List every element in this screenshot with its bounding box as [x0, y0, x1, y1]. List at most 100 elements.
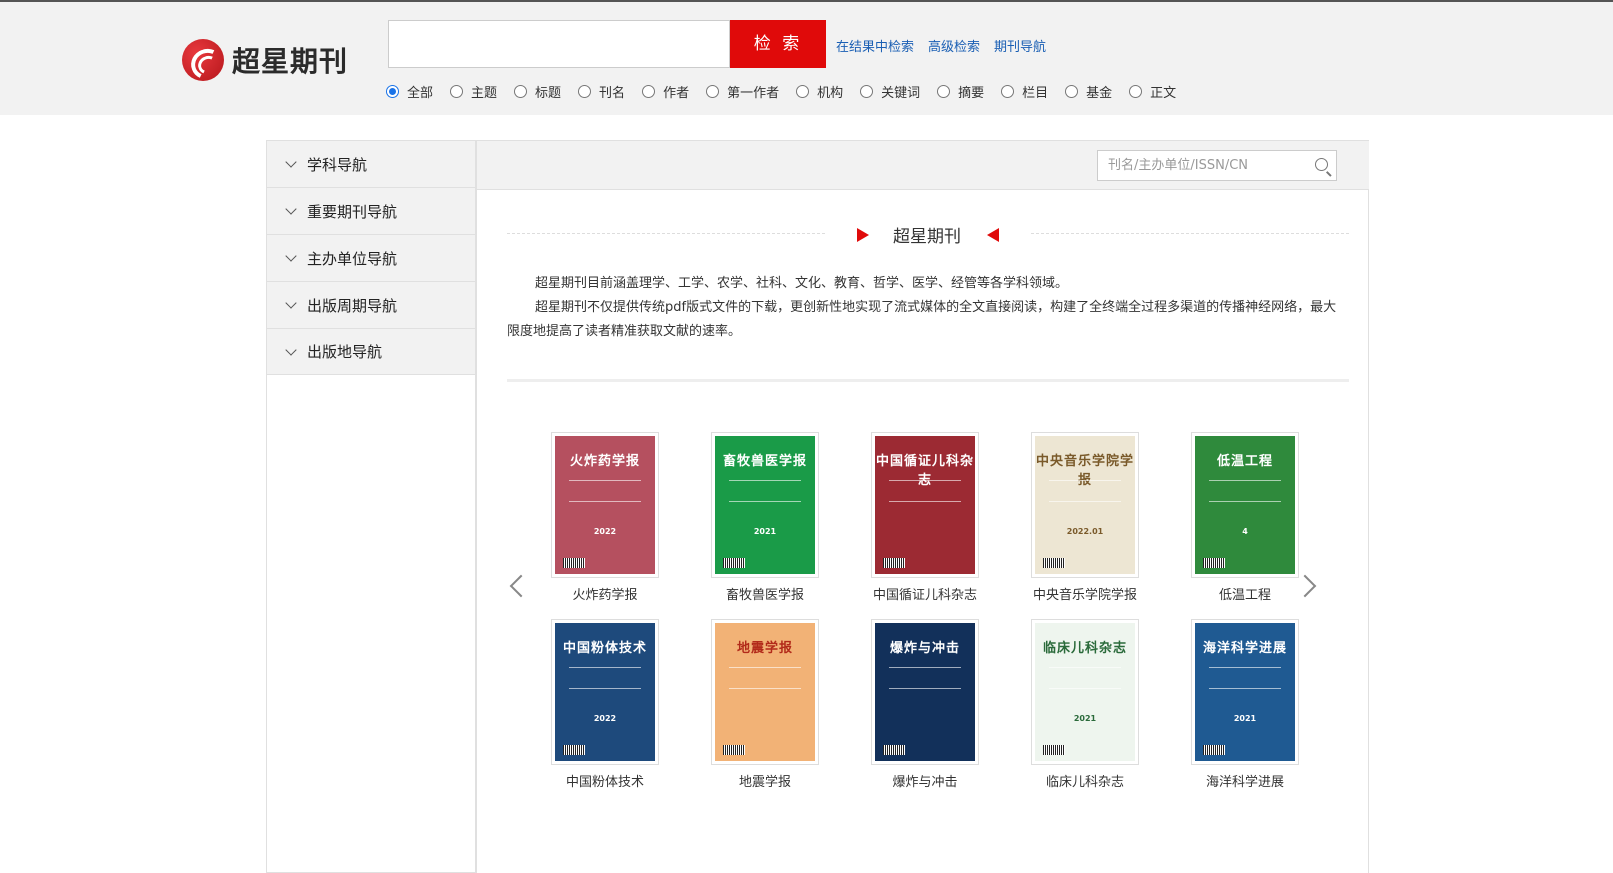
sidebar-item-sponsor[interactable]: 主办单位导航 [267, 234, 475, 281]
journal-cover-title: 火炸药学报 [569, 454, 640, 469]
advanced-search-link[interactable]: 高级检索 [928, 36, 980, 55]
radio-icon[interactable] [860, 85, 874, 98]
sidebar-item-important-journals[interactable]: 重要期刊导航 [267, 187, 475, 234]
filter-radio-4[interactable]: 作者 [642, 82, 689, 101]
journal-cover[interactable]: 临床儿科杂志 2021 [1031, 619, 1139, 765]
radio-icon[interactable] [937, 85, 951, 98]
filter-radio-7[interactable]: 关键词 [860, 82, 920, 101]
sidebar: 学科导航 重要期刊导航 主办单位导航 出版周期导航 出版地导航 [266, 140, 476, 873]
radio-icon[interactable] [450, 85, 464, 98]
radio-icon[interactable] [1129, 85, 1143, 98]
journal-card[interactable]: 中国循证儿科杂志 中国循证儿科杂志 [871, 432, 979, 603]
logo-icon [182, 39, 224, 81]
filter-radio-3[interactable]: 刊名 [578, 82, 625, 101]
journal-card[interactable]: 畜牧兽医学报 2021 畜牧兽医学报 [711, 432, 819, 603]
journal-cover-issue: 2022 [593, 527, 617, 536]
journal-cover-title: 海洋科学进展 [1202, 641, 1287, 656]
barcode-icon [1043, 558, 1065, 568]
chevron-down-icon [285, 250, 297, 262]
journal-name[interactable]: 爆炸与冲击 [892, 771, 957, 790]
search-within-results-link[interactable]: 在结果中检索 [836, 36, 914, 55]
filter-radio-label: 正文 [1150, 86, 1177, 101]
radio-icon[interactable] [1065, 85, 1079, 98]
search-icon[interactable] [1315, 158, 1328, 171]
journal-filter-placeholder: 刊名/主办单位/ISSN/CN [1108, 158, 1249, 173]
radio-icon[interactable] [642, 85, 656, 98]
filter-radio-8[interactable]: 摘要 [937, 82, 984, 101]
radio-icon[interactable] [796, 85, 810, 98]
journal-filter-input[interactable]: 刊名/主办单位/ISSN/CN [1097, 150, 1337, 181]
journal-card[interactable]: 中央音乐学院学报 2022.01 中央音乐学院学报 [1031, 432, 1139, 603]
journal-cover[interactable]: 中国循证儿科杂志 [871, 432, 979, 578]
radio-icon[interactable] [514, 85, 528, 98]
sidebar-item-publication-place[interactable]: 出版地导航 [267, 328, 475, 375]
filter-radio-2[interactable]: 标题 [514, 82, 561, 101]
cover-decoration [889, 480, 961, 502]
cover-decoration [1209, 667, 1281, 689]
filter-radio-1[interactable]: 主题 [450, 82, 497, 101]
filter-radio-label: 作者 [663, 86, 690, 101]
sidebar-item-publication-cycle[interactable]: 出版周期导航 [267, 281, 475, 328]
search-input[interactable] [388, 20, 730, 68]
filter-radio-label: 标题 [535, 86, 562, 101]
sidebar-item-subject[interactable]: 学科导航 [267, 140, 475, 187]
journal-cover-image: 低温工程 4 [1195, 436, 1295, 574]
journal-cover[interactable]: 火炸药学报 2022 [551, 432, 659, 578]
filter-radio-11[interactable]: 正文 [1129, 82, 1176, 101]
filter-radio-10[interactable]: 基金 [1065, 82, 1112, 101]
journal-cover-title: 畜牧兽医学报 [722, 454, 807, 469]
journal-cover[interactable]: 畜牧兽医学报 2021 [711, 432, 819, 578]
journal-cover-issue: 4 [1242, 527, 1248, 536]
journal-name[interactable]: 临床儿科杂志 [1046, 771, 1124, 790]
cover-decoration [729, 667, 801, 689]
journal-name[interactable]: 地震学报 [739, 771, 791, 790]
journal-cover-issue: 2021 [753, 527, 777, 536]
carousel-prev-icon[interactable] [509, 574, 533, 598]
barcode-icon [723, 745, 745, 755]
journal-card[interactable]: 地震学报 地震学报 [711, 619, 819, 790]
journal-name[interactable]: 中央音乐学院学报 [1033, 584, 1137, 603]
journal-card[interactable]: 火炸药学报 2022 火炸药学报 [551, 432, 659, 603]
triangle-right-icon [857, 228, 869, 242]
journal-cover[interactable]: 低温工程 4 [1191, 432, 1299, 578]
journal-name[interactable]: 中国循证儿科杂志 [873, 584, 977, 603]
search-button[interactable]: 检 索 [730, 20, 826, 68]
journal-name[interactable]: 火炸药学报 [572, 584, 637, 603]
journal-navigation-link[interactable]: 期刊导航 [994, 36, 1046, 55]
barcode-icon [1203, 745, 1225, 755]
barcode-icon [883, 745, 905, 755]
journal-cover[interactable]: 海洋科学进展 2021 [1191, 619, 1299, 765]
chevron-down-icon [285, 203, 297, 215]
barcode-icon [1203, 558, 1225, 568]
journal-cover-image: 中央音乐学院学报 2022.01 [1035, 436, 1135, 574]
journal-name[interactable]: 低温工程 [1219, 584, 1271, 603]
journal-name[interactable]: 畜牧兽医学报 [726, 584, 804, 603]
journal-card[interactable]: 临床儿科杂志 2021 临床儿科杂志 [1031, 619, 1139, 790]
radio-icon[interactable] [1001, 85, 1015, 98]
journal-cover[interactable]: 地震学报 [711, 619, 819, 765]
journal-name[interactable]: 中国粉体技术 [566, 771, 644, 790]
radio-icon[interactable] [386, 85, 399, 98]
journal-cover[interactable]: 爆炸与冲击 [871, 619, 979, 765]
filter-radio-6[interactable]: 机构 [796, 82, 843, 101]
cover-decoration [1049, 667, 1121, 689]
logo[interactable]: 超星期刊 [182, 38, 348, 82]
filter-radio-label: 刊名 [599, 86, 626, 101]
journal-card[interactable]: 海洋科学进展 2021 海洋科学进展 [1191, 619, 1299, 790]
journal-cover-image: 中国循证儿科杂志 [875, 436, 975, 574]
journal-cover[interactable]: 中国粉体技术 2022 [551, 619, 659, 765]
journal-card[interactable]: 中国粉体技术 2022 中国粉体技术 [551, 619, 659, 790]
journal-cover[interactable]: 中央音乐学院学报 2022.01 [1031, 432, 1139, 578]
main-content: 刊名/主办单位/ISSN/CN 超星期刊 超星期刊目前涵盖理学、工学、农学、社科… [476, 140, 1369, 873]
filter-radio-0[interactable]: 全部 [386, 82, 433, 101]
journal-card[interactable]: 爆炸与冲击 爆炸与冲击 [871, 619, 979, 790]
filter-radio-9[interactable]: 栏目 [1001, 82, 1048, 101]
radio-icon[interactable] [578, 85, 592, 98]
journal-name[interactable]: 海洋科学进展 [1206, 771, 1284, 790]
barcode-icon [563, 745, 585, 755]
header: 超星期刊 检 索 在结果中检索 高级检索 期刊导航 全部 主题 标题 刊名 作者 第一作者… [0, 2, 1613, 115]
radio-icon[interactable] [706, 85, 720, 98]
filter-radio-5[interactable]: 第一作者 [706, 82, 779, 101]
journal-card[interactable]: 低温工程 4 低温工程 [1191, 432, 1299, 603]
cover-decoration [569, 480, 641, 502]
